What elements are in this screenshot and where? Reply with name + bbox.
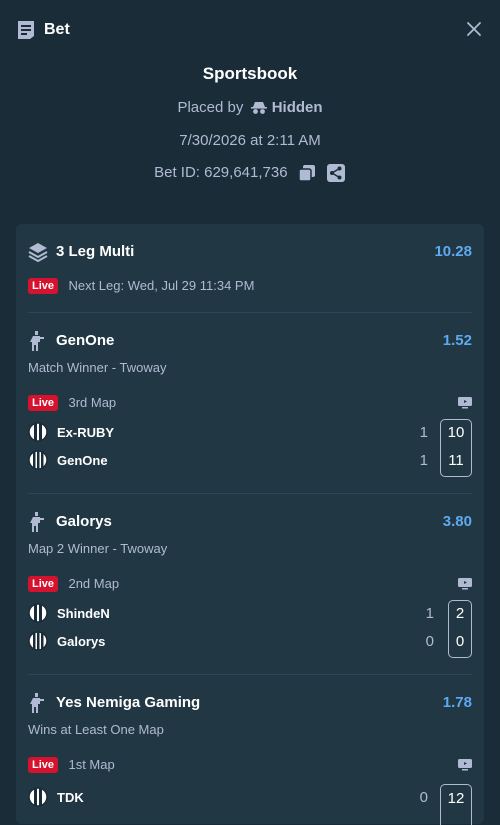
team-maps-score: 1: [419, 452, 428, 469]
team-logo-icon: [28, 631, 48, 651]
map-status: 2nd Map: [68, 576, 120, 592]
team-round-score: 10: [447, 424, 465, 441]
multi-odds: 10.28: [434, 243, 472, 260]
leg-selection: GenOne: [56, 332, 115, 349]
layers-icon: [28, 243, 48, 262]
counter-strike-icon: [30, 512, 44, 532]
team-round-score: 11: [448, 452, 464, 469]
leg-status: Live 2nd Map: [28, 575, 472, 593]
leg-odds: 1.52: [442, 332, 472, 349]
leg-selection: Yes Nemiga Gaming: [56, 694, 201, 711]
leg-header[interactable]: GenOne 1.52: [28, 331, 472, 351]
live-badge: Live: [28, 277, 59, 294]
leg-market: Match Winner - Twoway: [28, 360, 167, 375]
counter-strike-icon: [30, 331, 44, 351]
team-maps-score: 0: [425, 633, 434, 650]
map-status: 3rd Map: [68, 395, 117, 411]
team-logo-icon: [28, 422, 48, 442]
team-round-score: 0: [455, 633, 465, 650]
team-name: Ex-RUBY: [57, 425, 115, 440]
next-leg-text: Next Leg: Wed, Jul 29 11:34 PM: [68, 278, 255, 294]
bet-slip-icon: [18, 21, 34, 39]
modal-header: Bet: [0, 0, 500, 60]
leg-header[interactable]: Yes Nemiga Gaming 1.78: [28, 693, 472, 713]
multi-label: 3 Leg Multi: [56, 243, 135, 260]
scoreboard: Ex-RUBY 1 GenOne 1 10 11: [28, 419, 472, 480]
leg-selection: Galorys: [56, 513, 112, 530]
scoreboard: TDK 0 12: [28, 784, 472, 825]
placed-by-label: Placed by: [177, 99, 244, 116]
close-icon[interactable]: [466, 21, 482, 37]
team-name: GenOne: [57, 453, 108, 468]
live-badge: Live: [28, 575, 59, 592]
counter-strike-icon: [30, 693, 44, 713]
tv-icon[interactable]: [458, 759, 472, 771]
bet-id-label: Bet ID: 629,641,736: [154, 163, 288, 181]
placed-by-user: Hidden: [271, 99, 323, 116]
leg-odds: 1.78: [442, 694, 472, 711]
team-maps-score: 0: [419, 789, 428, 806]
leg-odds: 3.80: [442, 513, 472, 530]
leg-header[interactable]: Galorys 3.80: [28, 512, 472, 532]
team-round-score: 2: [455, 605, 465, 622]
live-badge: Live: [28, 394, 59, 411]
bet-datetime: 7/30/2026 at 2:11 AM: [179, 132, 321, 149]
modal-title: Bet: [44, 21, 70, 38]
multi-status: Live Next Leg: Wed, Jul 29 11:34 PM: [28, 277, 472, 295]
current-map-score: 12: [440, 784, 472, 825]
map-status: 1st Map: [68, 757, 115, 773]
incognito-icon: [250, 102, 267, 114]
tv-icon[interactable]: [458, 397, 472, 409]
bet-id: Bet ID: 629,641,736: [0, 163, 500, 183]
divider: [28, 674, 472, 675]
team-name: ShindeN: [57, 606, 110, 621]
team-logo-icon: [28, 603, 48, 623]
multi-header: 3 Leg Multi 10.28: [28, 242, 472, 262]
live-badge: Live: [28, 756, 59, 773]
team-logo-icon: [28, 787, 48, 807]
leg-market: Wins at Least One Map: [28, 722, 164, 737]
share-icon[interactable]: [326, 163, 346, 183]
bet-source-heading: Sportsbook: [202, 64, 298, 83]
divider: [28, 493, 472, 494]
team-maps-score: 1: [425, 605, 434, 622]
team-logo-icon: [28, 450, 48, 470]
leg-status: Live 1st Map: [28, 756, 472, 774]
current-map-score: 10 11: [440, 419, 472, 477]
team-name: TDK: [57, 790, 84, 805]
current-map-score: 2 0: [448, 600, 472, 658]
team-name: Galorys: [57, 634, 106, 649]
scoreboard: ShindeN 1 Galorys 0 2 0: [28, 600, 472, 661]
leg-status: Live 3rd Map: [28, 394, 472, 412]
divider: [28, 312, 472, 313]
placed-by: Placed by Hidden: [0, 99, 500, 116]
team-maps-score: 1: [419, 424, 428, 441]
tv-icon[interactable]: [458, 578, 472, 590]
bet-card: 3 Leg Multi 10.28 Live Next Leg: Wed, Ju…: [16, 224, 484, 825]
team-round-score: 12: [447, 790, 465, 807]
copy-icon[interactable]: [297, 164, 316, 182]
leg-market: Map 2 Winner - Twoway: [28, 541, 168, 556]
